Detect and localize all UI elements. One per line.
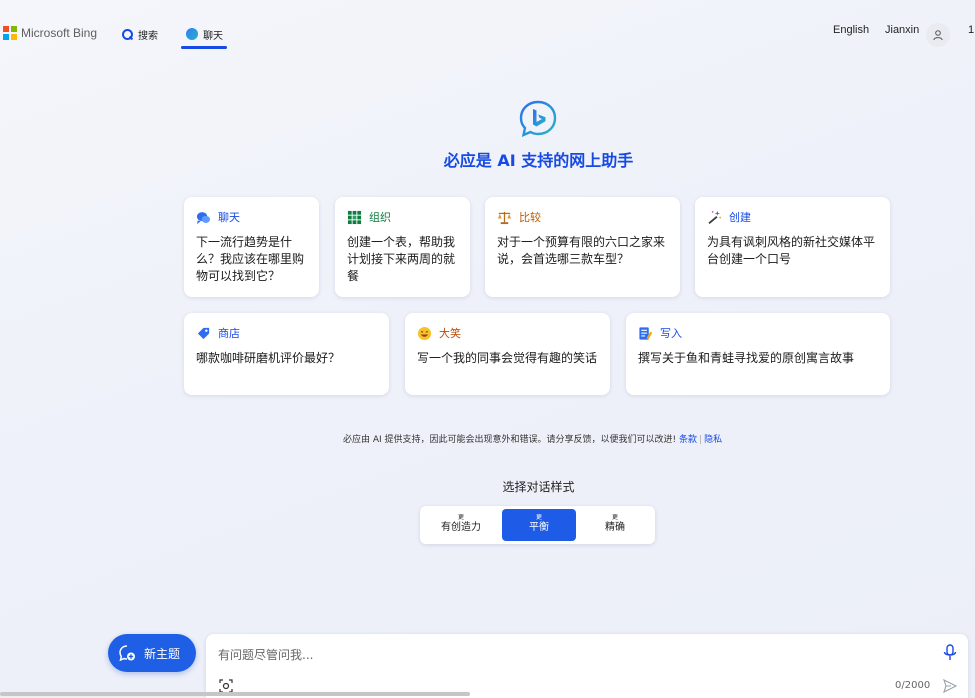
search-icon xyxy=(122,28,133,40)
conversation-style-selector: 更 有创造力 更 平衡 更 精确 xyxy=(420,506,655,544)
character-counter: 0/2000 xyxy=(895,680,931,691)
card-prompt: 下一流行趋势是什么？我应该在哪里购物可以找到它？ xyxy=(196,235,305,283)
card-label: 创建 xyxy=(729,211,751,224)
top-header: Microsoft Bing 搜索 聊天 English Jianxin 1 xyxy=(0,0,975,56)
visual-search-icon[interactable] xyxy=(219,679,233,693)
tone-creative-button[interactable]: 更 有创造力 xyxy=(424,509,498,541)
chat-icon xyxy=(186,28,198,40)
user-name[interactable]: Jianxin xyxy=(885,24,919,36)
grid-table-icon xyxy=(347,210,362,224)
terms-link[interactable]: 条款 xyxy=(679,435,697,445)
rewards-count[interactable]: 1 xyxy=(968,24,974,36)
card-label: 组织 xyxy=(369,211,391,224)
card-label: 大笑 xyxy=(439,327,461,340)
chat-composer: 0/2000 xyxy=(206,634,968,698)
page-title: 必应是 AI 支持的网上助手 xyxy=(443,151,634,170)
new-topic-icon xyxy=(119,645,135,662)
tab-chat-label: 聊天 xyxy=(203,30,223,42)
bing-chat-logo-icon xyxy=(519,100,557,138)
suggestion-card-shop[interactable]: 商店 哪款咖啡研磨机评价最好？ xyxy=(184,313,389,395)
bing-logo[interactable]: Microsoft Bing xyxy=(3,26,97,40)
chat-input[interactable] xyxy=(218,645,918,665)
card-label: 比较 xyxy=(519,211,541,224)
microsoft-logo-icon xyxy=(3,26,17,40)
card-label: 商店 xyxy=(218,327,240,340)
chat-bubbles-icon xyxy=(196,211,211,224)
tone-precise-button[interactable]: 更 精确 xyxy=(578,509,652,541)
avatar[interactable] xyxy=(926,23,950,47)
magic-wand-icon xyxy=(708,210,722,224)
card-prompt: 为具有讽刺风格的新社交媒体平台创建一个口号 xyxy=(707,235,876,266)
active-tab-indicator xyxy=(181,46,227,49)
suggestion-card-compare[interactable]: 比较 对于一个预算有限的六口之家来说，会首选哪三款车型？ xyxy=(485,197,680,297)
suggestion-card-chat[interactable]: 聊天 下一流行趋势是什么？我应该在哪里购物可以找到它？ xyxy=(184,197,319,297)
card-label: 写入 xyxy=(660,327,682,340)
suggestion-card-write[interactable]: 写入 撰写关于鱼和青蛙寻找爱的原创寓言故事 xyxy=(626,313,890,395)
brand-name: Microsoft Bing xyxy=(21,26,98,40)
tone-label: 有创造力 xyxy=(441,522,481,533)
balance-scale-icon xyxy=(497,211,512,224)
tone-prefix: 更 xyxy=(457,514,464,521)
card-prompt: 哪款咖啡研磨机评价最好？ xyxy=(196,351,341,365)
card-prompt: 撰写关于鱼和青蛙寻找爱的原创寓言故事 xyxy=(638,351,855,365)
card-prompt: 对于一个预算有限的六口之家来说，会首选哪三款车型？ xyxy=(497,235,666,266)
card-prompt: 创建一个表，帮助我计划接下来两周的就餐 xyxy=(347,235,456,283)
laughing-face-icon xyxy=(417,326,432,340)
conversation-style-title: 选择对话样式 xyxy=(502,480,575,494)
tone-balanced-button[interactable]: 更 平衡 xyxy=(502,509,576,541)
tone-prefix: 更 xyxy=(611,514,618,521)
language-link[interactable]: English xyxy=(833,24,869,36)
suggestion-card-laugh[interactable]: 大笑 写一个我的同事会觉得有趣的笑话 xyxy=(405,313,610,395)
horizontal-scrollbar[interactable] xyxy=(0,692,470,696)
disclaimer: 必应由 AI 提供支持，因此可能会出现意外和错误。请分享反馈，以便我们可以改进!… xyxy=(343,432,722,445)
user-icon xyxy=(933,30,943,41)
price-tag-icon xyxy=(197,327,210,339)
write-note-icon xyxy=(639,326,653,340)
tab-search[interactable]: 搜索 xyxy=(122,24,158,44)
tone-label: 精确 xyxy=(605,522,625,533)
disclaimer-text: 必应由 AI 提供支持，因此可能会出现意外和错误。请分享反馈，以便我们可以改进! xyxy=(343,435,677,445)
tone-prefix: 更 xyxy=(535,514,542,521)
new-topic-label: 新主题 xyxy=(144,646,181,661)
tab-search-label: 搜索 xyxy=(138,30,158,42)
card-prompt: 写一个我的同事会觉得有趣的笑话 xyxy=(417,351,598,365)
suggestion-card-create[interactable]: 创建 为具有讽刺风格的新社交媒体平台创建一个口号 xyxy=(695,197,890,297)
suggestion-card-organize[interactable]: 组织 创建一个表，帮助我计划接下来两周的就餐 xyxy=(335,197,470,297)
microphone-icon[interactable] xyxy=(943,644,957,662)
send-icon[interactable] xyxy=(943,679,957,693)
tone-label: 平衡 xyxy=(529,522,549,533)
tab-chat[interactable]: 聊天 xyxy=(186,24,223,44)
privacy-link[interactable]: 隐私 xyxy=(704,435,722,445)
link-separator: | xyxy=(699,435,703,445)
card-label: 聊天 xyxy=(218,211,240,224)
new-topic-button[interactable]: 新主题 xyxy=(108,634,196,672)
